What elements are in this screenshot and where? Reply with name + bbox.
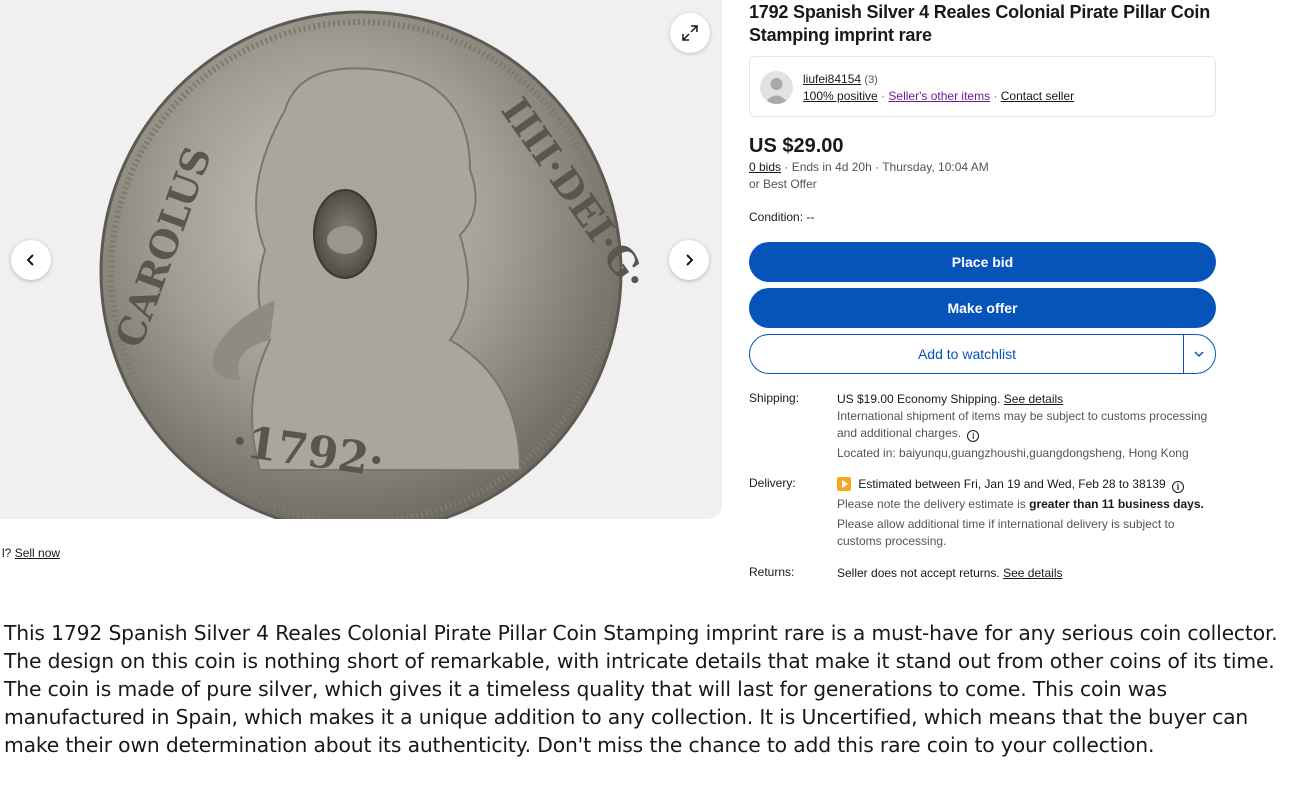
chevron-left-icon	[26, 254, 34, 266]
listing-panel: 1792 Spanish Silver 4 Reales Colonial Pi…	[749, 0, 1217, 580]
chevron-down-icon[interactable]	[1191, 346, 1207, 362]
avatar[interactable]	[760, 71, 793, 104]
watchlist-divider	[1183, 335, 1184, 373]
next-image-button[interactable]	[669, 240, 709, 280]
bids-link[interactable]: 0 bids	[749, 160, 781, 174]
place-bid-button[interactable]: Place bid	[749, 242, 1216, 282]
returns-label: Returns:	[749, 565, 795, 579]
seller-name-link[interactable]: liufei84154	[803, 72, 861, 86]
info-icon[interactable]: i	[1172, 481, 1184, 493]
shipping-row: Shipping: US $19.00 Economy Shipping. Se…	[749, 391, 1217, 463]
delivery-customs-note: Please allow additional time if internat…	[837, 517, 1175, 548]
bid-row: 0 bids · Ends in 4d 20h · Thursday, 10:0…	[749, 160, 989, 174]
delivery-estimate: Estimated between Fri, Jan 19 and Wed, F…	[858, 477, 1166, 491]
delivery-note-bold: greater than 11 business days.	[1029, 497, 1204, 511]
image-gallery[interactable]: CAROLUS IIII·DEI·G· ·1792·	[0, 0, 722, 519]
condition-value: --	[806, 210, 815, 224]
sell-prefix: l?	[2, 546, 12, 560]
previous-image-button[interactable]	[11, 240, 51, 280]
item-description: This 1792 Spanish Silver 4 Reales Coloni…	[4, 621, 1278, 757]
returns-see-details-link[interactable]: See details	[1003, 566, 1062, 580]
best-offer-text: or Best Offer	[749, 177, 817, 191]
seller-feedback-count: (3)	[864, 74, 878, 86]
item-location: Located in: baiyunqu,guangzhoushi,guangd…	[837, 446, 1189, 460]
listing-title: 1792 Spanish Silver 4 Reales Colonial Pi…	[749, 2, 1210, 45]
shipping-label: Shipping:	[749, 391, 800, 405]
chevron-right-icon	[686, 254, 694, 266]
seller-other-items-link[interactable]: Seller's other items	[888, 89, 990, 103]
sell-now-row: l? Sell now	[2, 546, 60, 560]
shipping-cost: US $19.00 Economy Shipping.	[837, 392, 1001, 406]
delivery-details: Estimated between Fri, Jan 19 and Wed, F…	[837, 476, 1217, 550]
shipping-customs-note: International shipment of items may be s…	[837, 409, 1208, 440]
seller-card: liufei84154 (3) 100% positive · Seller's…	[749, 56, 1216, 117]
delivery-row: Delivery: Estimated between Fri, Jan 19 …	[749, 476, 1217, 556]
seller-links: 100% positive · Seller's other items · C…	[803, 89, 1074, 103]
returns-row: Returns: Seller does not accept returns.…	[749, 565, 1217, 583]
add-to-watchlist-button[interactable]: Add to watchlist	[749, 334, 1216, 374]
separator: ·	[881, 89, 886, 103]
expand-icon	[682, 25, 698, 41]
returns-text: Seller does not accept returns.	[837, 566, 1000, 580]
delivery-note-prefix: Please note the delivery estimate is	[837, 497, 1026, 511]
delivery-label: Delivery:	[749, 476, 796, 490]
condition-label: Condition:	[749, 210, 804, 224]
user-icon	[764, 78, 789, 104]
auction-end-time: · Ends in 4d 20h · Thursday, 10:04 AM	[784, 160, 989, 174]
shipping-see-details-link[interactable]: See details	[1004, 392, 1063, 406]
condition-row: Condition: --	[749, 210, 814, 224]
watchlist-label: Add to watchlist	[917, 346, 1017, 362]
shipping-details: US $19.00 Economy Shipping. See details …	[837, 391, 1217, 462]
seller-name-row: liufei84154 (3)	[803, 72, 878, 86]
coin-image[interactable]: CAROLUS IIII·DEI·G· ·1792·	[0, 0, 722, 519]
contact-seller-link[interactable]: Contact seller	[1001, 89, 1074, 103]
make-offer-button[interactable]: Make offer	[749, 288, 1216, 328]
fast-shipping-icon	[837, 477, 851, 491]
expand-button[interactable]	[670, 13, 710, 53]
price: US $29.00	[749, 135, 844, 157]
seller-positive-link[interactable]: 100% positive	[803, 89, 878, 103]
sell-now-link[interactable]: Sell now	[15, 546, 60, 560]
separator: ·	[993, 89, 998, 103]
info-icon[interactable]: i	[967, 430, 980, 442]
